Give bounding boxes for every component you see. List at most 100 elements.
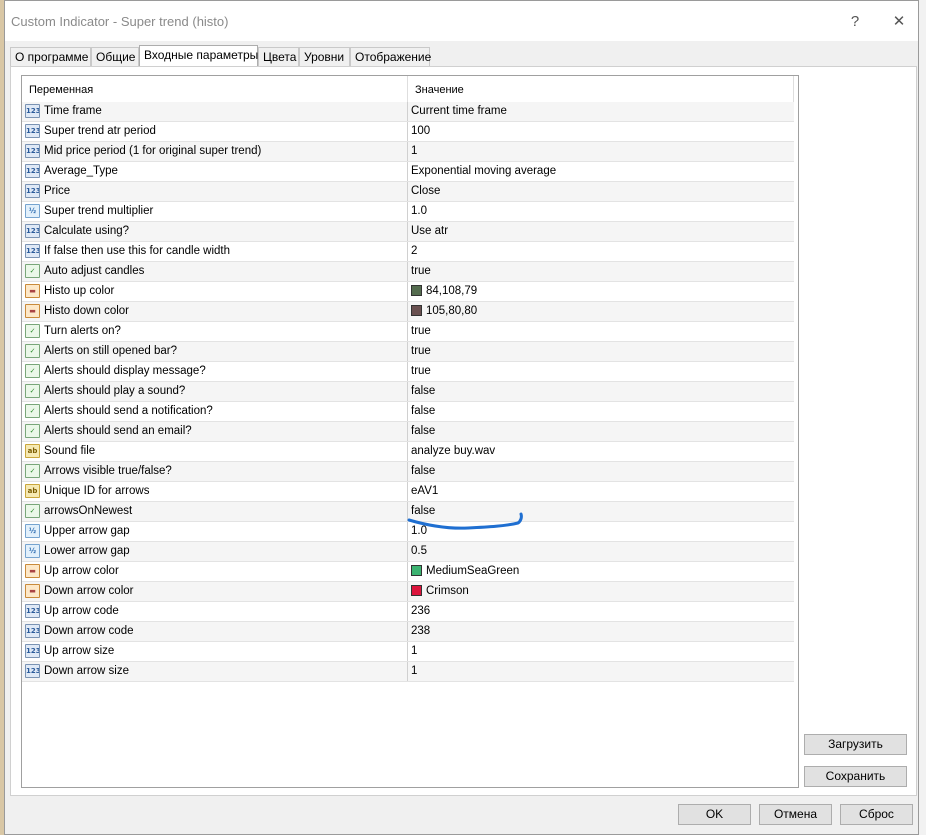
parameter-name-cell: 123 Price (22, 182, 408, 201)
parameter-row[interactable]: ▬ Up arrow color MediumSeaGreen (22, 562, 794, 582)
tab-display[interactable]: Отображение (350, 47, 431, 66)
parameter-value-cell[interactable]: false (411, 462, 794, 481)
parameter-name: Calculate using? (44, 225, 130, 237)
bool-icon: ✓ (25, 424, 40, 438)
parameter-name: Auto adjust candles (44, 265, 145, 277)
color-icon: ▬ (25, 584, 40, 598)
parameter-row[interactable]: ½ Super trend multiplier 1.0 (22, 202, 794, 222)
column-header-value[interactable]: Значение (408, 76, 794, 102)
parameter-value-cell[interactable]: Close (411, 182, 794, 201)
parameter-value-cell[interactable]: analyze buy.wav (411, 442, 794, 461)
parameter-value-cell[interactable]: true (411, 342, 794, 361)
parameter-value: 236 (411, 605, 431, 617)
parameter-row[interactable]: 123 Mid price period (1 for original supe… (22, 142, 794, 162)
parameter-value-cell[interactable]: Use atr (411, 222, 794, 241)
parameter-row[interactable]: ▬ Histo up color 84,108,79 (22, 282, 794, 302)
title-bar[interactable]: Custom Indicator - Super trend (histo) ?… (5, 1, 918, 41)
parameter-value-cell[interactable]: true (411, 362, 794, 381)
tab-levels[interactable]: Уровни (299, 47, 350, 66)
tab-common[interactable]: Общие (91, 47, 139, 66)
parameter-row[interactable]: ab Unique ID for arrows eAV1 (22, 482, 794, 502)
parameter-value-cell[interactable]: MediumSeaGreen (411, 562, 794, 581)
parameter-value: true (411, 345, 431, 357)
parameter-value-cell[interactable]: 84,108,79 (411, 282, 794, 301)
column-header-variable[interactable]: Переменная (22, 76, 408, 102)
close-button[interactable]: ✕ (885, 9, 913, 35)
parameter-row[interactable]: 123 If false then use this for candle wid… (22, 242, 794, 262)
parameter-row[interactable]: 123 Up arrow code 236 (22, 602, 794, 622)
parameter-name: Turn alerts on? (44, 325, 121, 337)
parameter-value-cell[interactable]: Crimson (411, 582, 794, 601)
parameter-value: 1.0 (411, 525, 427, 537)
parameter-row[interactable]: ab Sound file analyze buy.wav (22, 442, 794, 462)
parameter-row[interactable]: ▬ Down arrow color Crimson (22, 582, 794, 602)
parameter-value-cell[interactable]: 105,80,80 (411, 302, 794, 321)
parameter-value-cell[interactable]: 1 (411, 662, 794, 681)
parameter-value-cell[interactable]: 1.0 (411, 202, 794, 221)
parameter-value-cell[interactable]: false (411, 402, 794, 421)
parameter-value-cell[interactable]: 2 (411, 242, 794, 261)
parameter-name-cell: 123 Time frame (22, 102, 408, 121)
parameters-grid: Переменная Значение 123 Time frame Current… (21, 75, 799, 788)
parameter-row[interactable]: ✓ Arrows visible true/false? false (22, 462, 794, 482)
parameter-value-cell[interactable]: Exponential moving average (411, 162, 794, 181)
parameter-value-cell[interactable]: eAV1 (411, 482, 794, 501)
parameter-value-cell[interactable]: 1.0 (411, 522, 794, 541)
grid-header: Переменная Значение (22, 76, 798, 102)
parameter-name: Alerts should display message? (44, 365, 206, 377)
double-icon: ½ (25, 524, 40, 538)
parameter-row[interactable]: ✓ Alerts should play a sound? false (22, 382, 794, 402)
parameter-row[interactable]: ½ Lower arrow gap 0.5 (22, 542, 794, 562)
int-icon: 123 (25, 164, 40, 178)
parameter-row[interactable]: ▬ Histo down color 105,80,80 (22, 302, 794, 322)
parameter-name-cell: 123 Calculate using? (22, 222, 408, 241)
reset-button[interactable]: Сброс (840, 804, 913, 825)
help-button[interactable]: ? (841, 9, 869, 35)
load-button[interactable]: Загрузить (804, 734, 907, 755)
parameter-row[interactable]: ✓ Alerts on still opened bar? true (22, 342, 794, 362)
parameter-row[interactable]: ✓ arrowsOnNewest false (22, 502, 794, 522)
parameter-name: Alerts should play a sound? (44, 385, 186, 397)
parameter-value-cell[interactable]: true (411, 322, 794, 341)
parameter-name: arrowsOnNewest (44, 505, 133, 517)
parameter-value-cell[interactable]: true (411, 262, 794, 281)
cancel-button[interactable]: Отмена (759, 804, 832, 825)
window-title: Custom Indicator - Super trend (histo) (11, 14, 229, 29)
parameter-row[interactable]: ✓ Auto adjust candles true (22, 262, 794, 282)
parameter-value-cell[interactable]: Current time frame (411, 102, 794, 121)
tab-inputs[interactable]: Входные параметры (139, 45, 258, 67)
tab-colors[interactable]: Цвета (258, 47, 299, 66)
parameter-row[interactable]: 123 Up arrow size 1 (22, 642, 794, 662)
int-icon: 123 (25, 144, 40, 158)
save-button[interactable]: Сохранить (804, 766, 907, 787)
parameter-name: Sound file (44, 445, 96, 457)
parameter-row[interactable]: 123 Price Close (22, 182, 794, 202)
parameter-row[interactable]: 123 Time frame Current time frame (22, 102, 794, 122)
parameter-value-cell[interactable]: 236 (411, 602, 794, 621)
parameter-row[interactable]: ½ Upper arrow gap 1.0 (22, 522, 794, 542)
parameter-row[interactable]: 123 Average_Type Exponential moving averag… (22, 162, 794, 182)
parameter-row[interactable]: 123 Calculate using? Use atr (22, 222, 794, 242)
parameter-value: Crimson (426, 585, 469, 597)
parameter-row[interactable]: ✓ Alerts should send an email? false (22, 422, 794, 442)
parameter-row[interactable]: 123 Super trend atr period 100 (22, 122, 794, 142)
parameter-value-cell[interactable]: 100 (411, 122, 794, 141)
parameter-row[interactable]: 123 Down arrow size 1 (22, 662, 794, 682)
parameter-value-cell[interactable]: false (411, 382, 794, 401)
parameter-value-cell[interactable]: false (411, 502, 794, 521)
parameter-row[interactable]: 123 Down arrow code 238 (22, 622, 794, 642)
parameter-value-cell[interactable]: 238 (411, 622, 794, 641)
parameter-value-cell[interactable]: 0.5 (411, 542, 794, 561)
tab-about[interactable]: О программе (10, 47, 91, 66)
parameter-value-cell[interactable]: false (411, 422, 794, 441)
parameter-row[interactable]: ✓ Turn alerts on? true (22, 322, 794, 342)
string-icon: ab (25, 484, 40, 498)
parameter-row[interactable]: ✓ Alerts should send a notification? false (22, 402, 794, 422)
parameter-value-cell[interactable]: 1 (411, 142, 794, 161)
parameter-name-cell: ▬ Up arrow color (22, 562, 408, 581)
parameter-value-cell[interactable]: 1 (411, 642, 794, 661)
ok-button[interactable]: OK (678, 804, 751, 825)
parameter-row[interactable]: ✓ Alerts should display message? true (22, 362, 794, 382)
int-icon: 123 (25, 124, 40, 138)
background-right-strip (918, 0, 926, 835)
